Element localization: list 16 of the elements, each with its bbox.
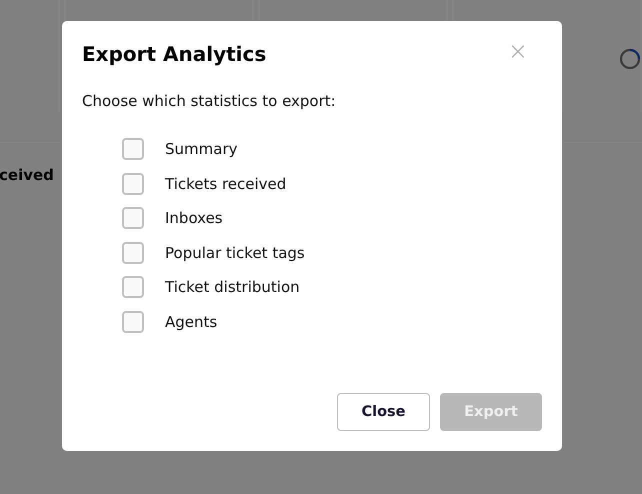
option-label: Tickets received (165, 174, 286, 193)
dialog-title: Export Analytics (82, 41, 266, 66)
option-label: Inboxes (165, 209, 223, 228)
checkbox[interactable] (122, 242, 144, 264)
option-label: Ticket distribution (165, 278, 300, 296)
checkbox[interactable] (122, 207, 144, 230)
section-heading: ceived (0, 166, 54, 184)
dialog-prompt: Choose which statistics to export: (82, 92, 337, 110)
checkbox[interactable] (122, 310, 144, 333)
option-label: Summary (165, 140, 238, 158)
close-button[interactable]: Close (337, 393, 430, 431)
option-label: Popular ticket tags (165, 244, 305, 262)
option-label: Agents (165, 312, 218, 331)
checkbox[interactable] (122, 172, 144, 195)
checkbox[interactable] (122, 138, 144, 160)
checkbox[interactable] (122, 276, 144, 298)
